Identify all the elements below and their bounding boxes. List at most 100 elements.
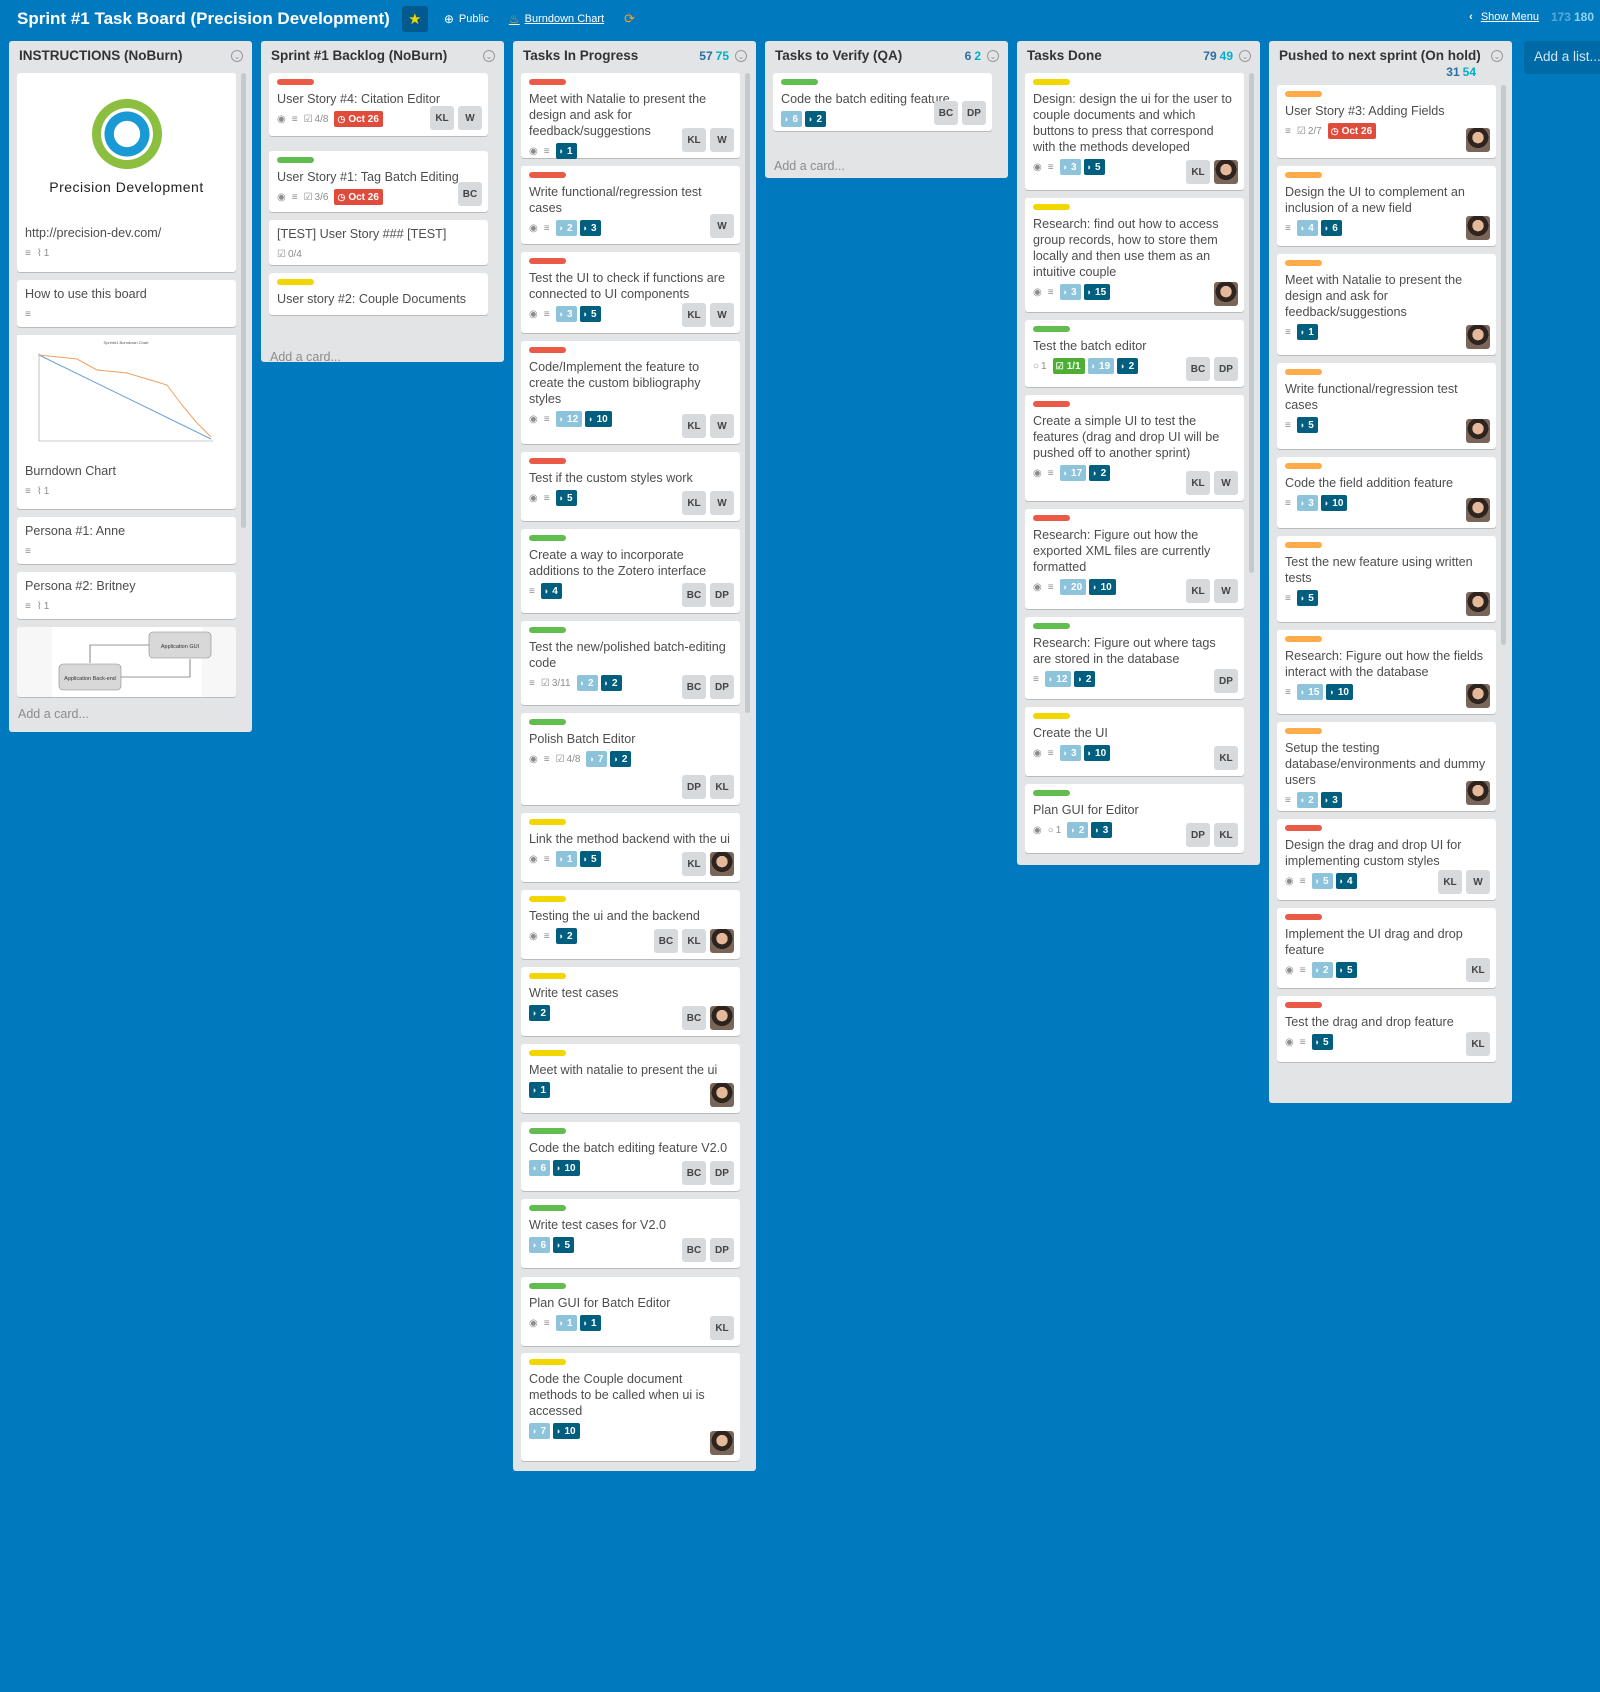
member-avatar[interactable] — [1466, 781, 1490, 805]
task-card[interactable]: Polish Batch Editor ◉ ≡ ☑ 4/8 ◗ 7 ◗ 2 DP KL — [521, 713, 740, 805]
member-initials[interactable]: KL — [710, 1316, 734, 1340]
list-scrollbar[interactable] — [1501, 85, 1506, 645]
member-initials[interactable]: KL — [1438, 870, 1462, 894]
task-card[interactable]: Test if the custom styles work ◉ ≡ ◗ 5 KL W — [521, 452, 740, 521]
member-initials[interactable]: W — [1214, 471, 1238, 495]
list-menu-icon[interactable]: ⌄ — [1491, 50, 1503, 62]
list-scrollbar[interactable] — [745, 73, 750, 713]
show-menu-button[interactable]: Show Menu — [1481, 11, 1539, 23]
list-menu-icon[interactable]: ⌄ — [735, 50, 747, 62]
task-card[interactable]: Code the field addition feature ≡ ◗ 3 ◗ 10 — [1277, 457, 1496, 528]
member-avatar[interactable] — [710, 852, 734, 876]
member-initials[interactable]: W — [1214, 579, 1238, 603]
member-initials[interactable]: W — [710, 214, 734, 238]
task-card[interactable]: Write functional/regression test cases ◉ ≡… — [521, 166, 740, 244]
member-initials[interactable]: DP — [962, 101, 986, 125]
member-avatar[interactable] — [1466, 592, 1490, 616]
add-card-button[interactable]: Add a card... — [18, 707, 89, 721]
member-initials[interactable]: KL — [430, 106, 454, 130]
task-card[interactable]: User Story #3: Adding Fields ≡ ☑ 2/7 ◷ Oct 26 — [1277, 85, 1496, 158]
list-scrollbar[interactable] — [1249, 73, 1254, 573]
task-card[interactable]: [TEST] User Story ### [TEST] ☑ 0/4 — [269, 220, 488, 265]
member-initials[interactable]: BC — [458, 182, 482, 206]
member-initials[interactable]: KL — [710, 775, 734, 799]
task-card[interactable]: Meet with natalie to present the ui ◗ 1 — [521, 1044, 740, 1113]
member-initials[interactable]: W — [710, 491, 734, 515]
member-avatar[interactable] — [710, 1083, 734, 1107]
task-card[interactable]: Implement the UI drag and drop feature ◉ ≡… — [1277, 908, 1496, 988]
member-avatar[interactable] — [1214, 160, 1238, 184]
member-initials[interactable]: KL — [682, 303, 706, 327]
card-how-to-use[interactable]: How to use this board ≡ — [17, 280, 236, 327]
member-avatar[interactable] — [1466, 216, 1490, 240]
add-card-button[interactable]: Add a card... — [270, 350, 341, 364]
member-initials[interactable]: KL — [1186, 579, 1210, 603]
member-avatar[interactable] — [710, 1431, 734, 1455]
task-card[interactable]: Test the batch editor ○ 1 ☑ 1/1 ◗ 19 ◗ 2 BC DP — [1025, 320, 1244, 387]
member-initials[interactable]: W — [1466, 870, 1490, 894]
task-card[interactable]: Write test cases ◗ 2 BC — [521, 967, 740, 1036]
task-card[interactable]: Code/Implement the feature to create the… — [521, 341, 740, 444]
card-architecture-diagram[interactable]: Application GUI Application Back-end — [17, 627, 236, 697]
task-card[interactable]: Testing the ui and the backend ◉ ≡ ◗ 2 BC KL — [521, 890, 740, 959]
task-card[interactable]: Design: design the ui for the user to co… — [1025, 73, 1244, 190]
task-card[interactable]: Test the drag and drop feature ◉ ≡ ◗ 5 KL — [1277, 996, 1496, 1062]
member-avatar[interactable] — [710, 1006, 734, 1030]
member-initials[interactable]: DP — [710, 675, 734, 699]
member-initials[interactable]: W — [710, 303, 734, 327]
task-card[interactable]: Meet with Natalie to present the design … — [1277, 254, 1496, 355]
task-card[interactable]: Code the batch editing feature ◗ 6 ◗ 2 BC DP — [773, 73, 992, 131]
task-card[interactable]: Test the UI to check if functions are co… — [521, 252, 740, 333]
member-initials[interactable]: DP — [710, 583, 734, 607]
task-card[interactable]: Test the new feature using written tests… — [1277, 536, 1496, 622]
task-card[interactable]: Write functional/regression test cases ≡ ◗… — [1277, 363, 1496, 449]
member-initials[interactable]: KL — [1186, 471, 1210, 495]
list-menu-icon[interactable]: ⌄ — [987, 50, 999, 62]
member-initials[interactable]: DP — [1214, 669, 1238, 693]
task-card[interactable]: User story #2: Couple Documents — [269, 273, 488, 315]
member-initials[interactable]: DP — [710, 1161, 734, 1185]
member-initials[interactable]: BC — [934, 101, 958, 125]
task-card[interactable]: Test the new/polished batch-editing code… — [521, 621, 740, 705]
member-initials[interactable]: KL — [682, 929, 706, 953]
member-initials[interactable]: BC — [682, 1161, 706, 1185]
member-initials[interactable]: KL — [682, 491, 706, 515]
task-card[interactable]: Code the batch editing feature V2.0 ◗ 6 ◗ 10… — [521, 1122, 740, 1191]
member-initials[interactable]: KL — [682, 852, 706, 876]
card-burndown-chart[interactable]: Sprint#1 Burndown Chart Burndown Chart ≡… — [17, 335, 236, 509]
member-initials[interactable]: BC — [682, 1006, 706, 1030]
add-card-button[interactable]: Add a card... — [774, 159, 845, 173]
task-card[interactable]: Plan GUI for Editor ◉ ○ 1 ◗ 2 ◗ 3 DP KL — [1025, 784, 1244, 853]
star-icon[interactable]: ★ — [401, 6, 428, 32]
member-initials[interactable]: KL — [1186, 160, 1210, 184]
member-initials[interactable]: DP — [710, 1238, 734, 1262]
member-initials[interactable]: DP — [1214, 357, 1238, 381]
member-initials[interactable]: KL — [1214, 823, 1238, 847]
list-title[interactable]: Pushed to next sprint (On hold) — [1279, 48, 1491, 63]
sync-icon[interactable]: ⟳ — [624, 11, 635, 27]
task-card[interactable]: Create a way to incorporate additions to… — [521, 529, 740, 613]
card-persona-anne[interactable]: Persona #1: Anne ≡ — [17, 517, 236, 564]
member-initials[interactable]: KL — [682, 128, 706, 152]
member-initials[interactable]: W — [458, 106, 482, 130]
card-website[interactable]: Precision Development http://precision-d… — [17, 73, 236, 272]
member-initials[interactable]: KL — [682, 414, 706, 438]
list-title[interactable]: Tasks Done — [1027, 48, 1203, 63]
task-card[interactable]: Write test cases for V2.0 ◗ 6 ◗ 5 BC DP — [521, 1199, 740, 1268]
list-scrollbar[interactable] — [241, 73, 246, 528]
list-title[interactable]: Sprint #1 Backlog (NoBurn) — [271, 48, 483, 63]
member-initials[interactable]: BC — [682, 583, 706, 607]
list-menu-icon[interactable]: ⌄ — [483, 50, 495, 62]
member-initials[interactable]: W — [710, 128, 734, 152]
list-title[interactable]: Tasks to Verify (QA) — [775, 48, 965, 63]
task-card[interactable]: Link the method backend with the ui ◉ ≡ ◗ 1 ◗… — [521, 813, 740, 882]
member-initials[interactable]: DP — [682, 775, 706, 799]
member-initials[interactable]: BC — [682, 675, 706, 699]
task-card[interactable]: Research: Figure out how the fields inte… — [1277, 630, 1496, 714]
member-initials[interactable]: BC — [654, 929, 678, 953]
task-card[interactable]: Create a simple UI to test the features … — [1025, 395, 1244, 501]
member-initials[interactable]: W — [710, 414, 734, 438]
card-persona-britney[interactable]: Persona #2: Britney ≡ ⌇ 1 — [17, 572, 236, 619]
member-avatar[interactable] — [1466, 419, 1490, 443]
list-menu-icon[interactable]: ⌄ — [1239, 50, 1251, 62]
